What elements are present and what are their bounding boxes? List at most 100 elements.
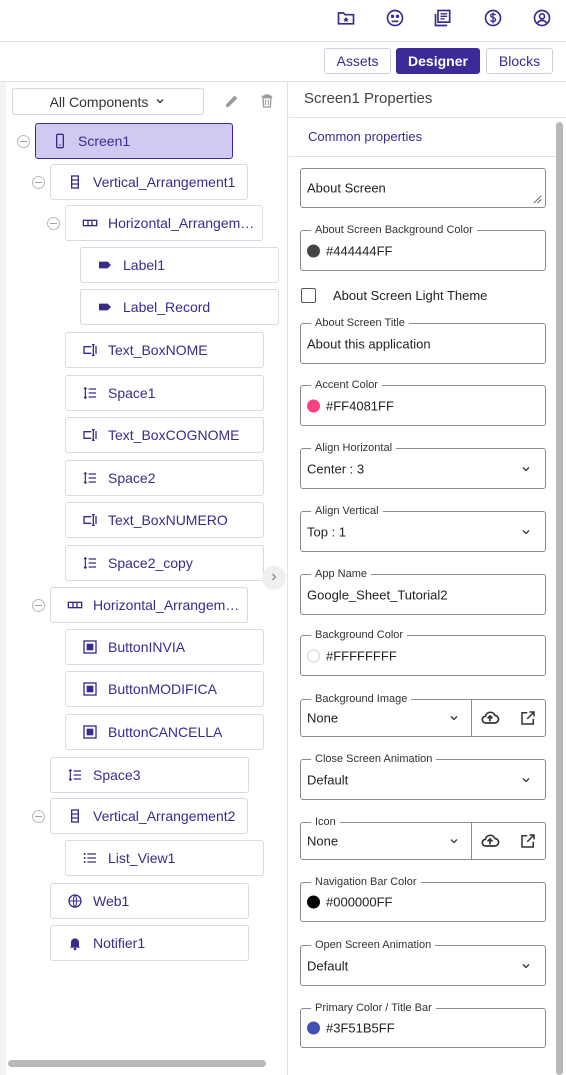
dollar-circle-icon[interactable]: [482, 7, 504, 29]
tree-node-text-boxnome[interactable]: Text_BoxNOME: [65, 332, 264, 368]
background-color-field[interactable]: Background Color #FFFFFFFF: [300, 629, 546, 676]
collapse-panel-button[interactable]: [262, 566, 286, 590]
tree-horizontal-scrollbar[interactable]: [8, 1060, 266, 1067]
color-swatch: [307, 244, 320, 257]
tree-node-horizontal-arrangement2[interactable]: Horizontal_Arrangement2: [50, 587, 248, 623]
field-label: Icon: [311, 816, 340, 828]
app-name-field[interactable]: App Name Google_Sheet_Tutorial2: [300, 568, 546, 615]
library-icon[interactable]: [432, 7, 454, 29]
about-screen-text: About Screen: [307, 180, 386, 196]
about-screen-textarea[interactable]: About Screen: [300, 168, 546, 208]
trash-icon[interactable]: [257, 91, 277, 111]
button-icon: [80, 722, 100, 742]
tree-node-buttoncancella[interactable]: ButtonCANCELLA: [65, 714, 264, 750]
field-value: Google_Sheet_Tutorial2: [307, 587, 448, 602]
tree-node-text-boxnumero[interactable]: Text_BoxNUMERO: [65, 502, 264, 538]
color-swatch: [307, 1021, 320, 1035]
properties-vertical-scrollbar[interactable]: [556, 122, 563, 1075]
tree-node-label: ButtonCANCELLA: [108, 724, 223, 740]
field-value: Default: [307, 958, 349, 973]
tree-node-label-record[interactable]: Label_Record: [80, 289, 279, 325]
field-label: Close Screen Animation: [311, 753, 437, 765]
collapse-horizontal-arrangement2-toggle[interactable]: [32, 599, 45, 612]
field-label: Background Image: [311, 693, 412, 705]
label-icon: [95, 297, 115, 317]
horizontal-arrangement-icon: [80, 213, 100, 233]
tree-node-label: ButtonINVIA: [108, 639, 186, 655]
tree-node-label: Label_Record: [123, 299, 211, 315]
common-properties-tab[interactable]: Common properties: [289, 118, 555, 157]
tree-node-label: Space2_copy: [108, 555, 193, 571]
space-icon: [65, 765, 85, 785]
button-icon: [80, 637, 100, 657]
field-label: Open Screen Animation: [311, 939, 436, 951]
field-value: #000000FF: [326, 894, 393, 910]
about-screen-title-field[interactable]: About Screen Title About this applicatio…: [300, 317, 546, 364]
collapse-screen1-toggle[interactable]: [17, 135, 30, 148]
tree-node-vertical-arrangement2[interactable]: Vertical_Arrangement2: [50, 798, 248, 834]
listview-icon: [80, 848, 100, 868]
components-filter-label: All Components: [49, 93, 149, 110]
tree-node-horizontal-arrangement1[interactable]: Horizontal_Arrangement1: [65, 205, 263, 241]
open-screen-animation-select[interactable]: Open Screen Animation Default: [300, 939, 546, 986]
align-horizontal-select[interactable]: Align Horizontal Center : 3: [300, 442, 546, 489]
resize-handle-icon[interactable]: [533, 195, 542, 204]
tree-node-label: Text_BoxNUMERO: [108, 512, 228, 528]
space-icon: [80, 468, 100, 488]
icon-select[interactable]: Icon None: [300, 816, 546, 860]
folder-star-icon[interactable]: [335, 7, 357, 29]
top-bar: [0, 0, 566, 42]
collapse-vertical-arrangement1-toggle[interactable]: [32, 176, 45, 189]
tree-node-vertical-arrangement1[interactable]: Vertical_Arrangement1: [50, 164, 248, 200]
tree-node-label1[interactable]: Label1: [80, 247, 279, 283]
field-value: About this application: [307, 336, 431, 351]
background-image-select[interactable]: Background Image None: [300, 693, 546, 737]
tree-node-notifier1[interactable]: Notifier1: [50, 925, 249, 961]
tree-node-list-view1[interactable]: List_View1: [65, 840, 264, 876]
field-label: About Screen Background Color: [311, 224, 477, 236]
navigation-bar-color-field[interactable]: Navigation Bar Color #000000FF: [300, 876, 546, 922]
tree-node-space2-copy[interactable]: Space2_copy: [65, 545, 264, 581]
tree-node-space3[interactable]: Space3: [50, 757, 249, 793]
tree-node-screen1[interactable]: Screen1: [35, 123, 233, 159]
textbox-icon: [80, 340, 100, 360]
collapse-horizontal-arrangement1-toggle[interactable]: [47, 217, 60, 230]
tree-node-label: Space1: [108, 385, 156, 401]
left-edge: [0, 82, 6, 1075]
vertical-arrangement-icon: [65, 806, 85, 826]
account-circle-icon[interactable]: [531, 7, 553, 29]
textbox-icon: [80, 425, 100, 445]
tab-designer[interactable]: Designer: [396, 48, 480, 74]
open-external-icon[interactable]: [517, 707, 539, 729]
tab-blocks[interactable]: Blocks: [486, 48, 553, 74]
palette-icon[interactable]: [384, 7, 406, 29]
tree-node-label: Label1: [123, 257, 166, 273]
tree-node-buttonmodifica[interactable]: ButtonMODIFICA: [65, 671, 264, 707]
primary-color-field[interactable]: Primary Color / Title Bar #3F51B5FF: [300, 1002, 546, 1048]
open-external-icon[interactable]: [517, 830, 539, 852]
collapse-vertical-arrangement2-toggle[interactable]: [32, 810, 45, 823]
field-label: App Name: [311, 568, 371, 580]
tree-node-space2[interactable]: Space2: [65, 460, 264, 496]
light-theme-checkbox[interactable]: [301, 288, 316, 303]
field-value: #3F51B5FF: [326, 1020, 395, 1036]
tree-node-label: Space2: [108, 470, 156, 486]
chevron-down-icon: [519, 773, 533, 787]
tree-node-buttoninvia[interactable]: ButtonINVIA: [65, 629, 264, 665]
about-screen-bg-color-field[interactable]: About Screen Background Color #444444FF: [300, 224, 546, 271]
close-screen-animation-select[interactable]: Close Screen Animation Default: [300, 753, 546, 800]
tree-node-web1[interactable]: Web1: [50, 883, 249, 919]
view-tabs: Assets Designer Blocks: [0, 42, 566, 82]
align-vertical-select[interactable]: Align Vertical Top : 1: [300, 505, 546, 552]
field-value: None: [307, 833, 339, 849]
pencil-icon[interactable]: [222, 91, 242, 111]
cloud-upload-icon[interactable]: [479, 707, 501, 729]
tree-node-text-boxcognome[interactable]: Text_BoxCOGNOME: [65, 417, 264, 453]
textbox-icon: [80, 510, 100, 530]
cloud-upload-icon[interactable]: [479, 830, 501, 852]
tab-assets[interactable]: Assets: [324, 48, 391, 74]
accent-color-field[interactable]: Accent Color #FF4081FF: [300, 379, 546, 426]
components-filter-dropdown[interactable]: All Components: [12, 88, 204, 115]
space-icon: [80, 383, 100, 403]
tree-node-space1[interactable]: Space1: [65, 375, 264, 411]
